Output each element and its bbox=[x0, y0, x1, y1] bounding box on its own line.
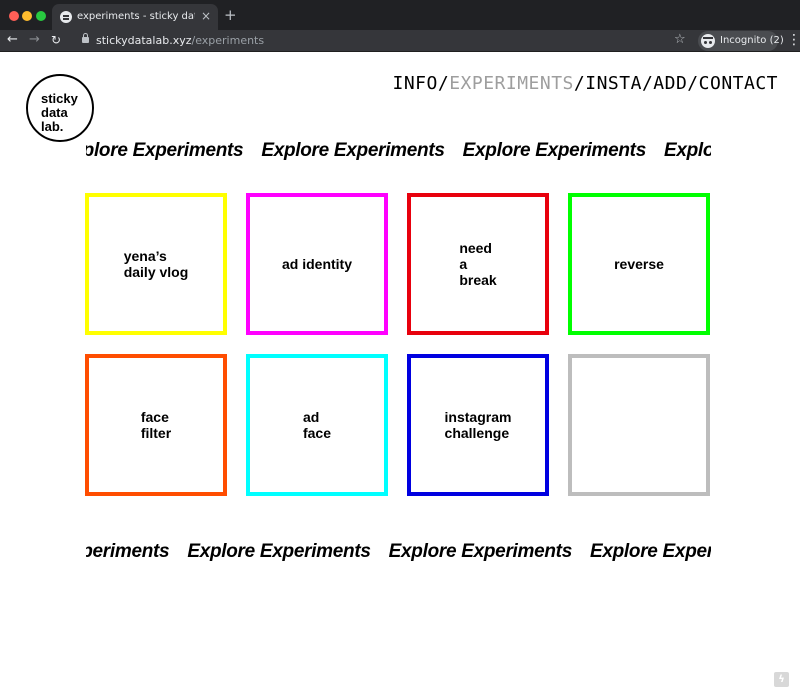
incognito-icon bbox=[701, 34, 715, 48]
marquee-text: Explore Experiments bbox=[86, 140, 244, 161]
nav-separator: / bbox=[573, 73, 586, 94]
url-domain: stickydatalab.xyz bbox=[96, 34, 192, 47]
window-zoom-button[interactable] bbox=[36, 11, 46, 21]
experiment-card-label: instagram challenge bbox=[444, 409, 512, 441]
experiment-card-yenas-daily-vlog[interactable]: yena’s daily vlog bbox=[85, 193, 227, 335]
browser-toolbar: ← → ↻ stickydatalab.xyz/experiments ☆ In… bbox=[0, 30, 800, 52]
marquee-text: Explore Experiments bbox=[86, 541, 170, 562]
nav-separator: / bbox=[437, 73, 450, 94]
marquee-text: Explore Experiments bbox=[388, 541, 573, 562]
reload-icon[interactable]: ↻ bbox=[51, 32, 61, 48]
browser-menu-icon[interactable]: ⋮ bbox=[787, 32, 800, 48]
experiment-card-reverse[interactable]: reverse bbox=[568, 193, 710, 335]
lightning-icon[interactable]: ϟ bbox=[774, 672, 789, 687]
logo-line-2: data bbox=[41, 105, 68, 120]
marquee-top: Explore Experiments Explore Experiments Ex… bbox=[86, 140, 711, 168]
nav-separator: / bbox=[641, 73, 654, 94]
nav-add[interactable]: ADD bbox=[653, 73, 687, 94]
marquee-bottom: Explore Experiments Explore Experiments Ex… bbox=[86, 541, 711, 569]
lock-icon[interactable] bbox=[82, 33, 89, 43]
marquee-text: Explore Experiments bbox=[187, 541, 371, 562]
experiment-card-label: reverse bbox=[614, 256, 664, 272]
nav-info[interactable]: INFO bbox=[392, 73, 437, 94]
browser-tab[interactable]: experiments - sticky data lab × bbox=[52, 4, 218, 30]
incognito-badge[interactable]: Incognito (2) bbox=[698, 31, 784, 51]
window-close-button[interactable] bbox=[9, 11, 19, 21]
experiment-card-empty[interactable] bbox=[568, 354, 710, 496]
nav-experiments[interactable]: EXPERIMENTS bbox=[449, 73, 574, 94]
experiment-card-label: yena’s daily vlog bbox=[123, 248, 189, 280]
nav-separator: / bbox=[687, 73, 699, 94]
site-logo[interactable]: sticky data lab. bbox=[26, 74, 94, 142]
nav-contact[interactable]: CONTACT bbox=[699, 73, 778, 94]
experiment-card-need-a-break[interactable]: need a break bbox=[407, 193, 549, 335]
experiment-card-label: ad identity bbox=[281, 256, 352, 272]
bookmark-star-icon[interactable]: ☆ bbox=[674, 32, 686, 48]
incognito-label: Incognito (2) bbox=[720, 35, 784, 46]
browser-tab-bar: experiments - sticky data lab × + bbox=[0, 0, 800, 30]
marquee-text: Explore Experiments bbox=[261, 140, 445, 161]
favicon-icon bbox=[60, 11, 72, 23]
tab-title: experiments - sticky data lab bbox=[77, 11, 195, 22]
window-minimize-button[interactable] bbox=[22, 11, 32, 21]
tab-close-icon[interactable]: × bbox=[201, 9, 211, 23]
logo-line-3: lab. bbox=[41, 119, 64, 134]
marquee-track: Explore Experiments Explore Experiments Ex… bbox=[86, 541, 711, 563]
marquee-track: Explore Experiments Explore Experiments Ex… bbox=[86, 140, 711, 162]
nav-insta[interactable]: INSTA bbox=[585, 73, 642, 94]
experiment-card-label: face filter bbox=[140, 409, 172, 441]
address-bar[interactable]: stickydatalab.xyz/experiments bbox=[96, 34, 264, 47]
experiment-card-instagram-challenge[interactable]: instagram challenge bbox=[407, 354, 549, 496]
url-path: /experiments bbox=[191, 34, 265, 47]
main-nav: INFO/EXPERIMENTS/INSTA/ADD/CONTACT bbox=[392, 73, 778, 94]
experiment-card-label: ad face bbox=[302, 409, 332, 441]
marquee-text: Explore Experiments bbox=[462, 140, 647, 161]
forward-arrow-icon[interactable]: → bbox=[29, 32, 40, 48]
marquee-text: Explore Experiments bbox=[663, 140, 711, 161]
experiment-card-face-filter[interactable]: face filter bbox=[85, 354, 227, 496]
back-arrow-icon[interactable]: ← bbox=[7, 32, 18, 48]
experiment-card-ad-face[interactable]: ad face bbox=[246, 354, 388, 496]
logo-line-1: sticky bbox=[41, 91, 78, 106]
experiment-card-ad-identity[interactable]: ad identity bbox=[246, 193, 388, 335]
new-tab-button[interactable]: + bbox=[224, 6, 237, 24]
marquee-text: Explore Experiments bbox=[589, 541, 711, 562]
experiment-card-label: need a break bbox=[459, 240, 497, 288]
